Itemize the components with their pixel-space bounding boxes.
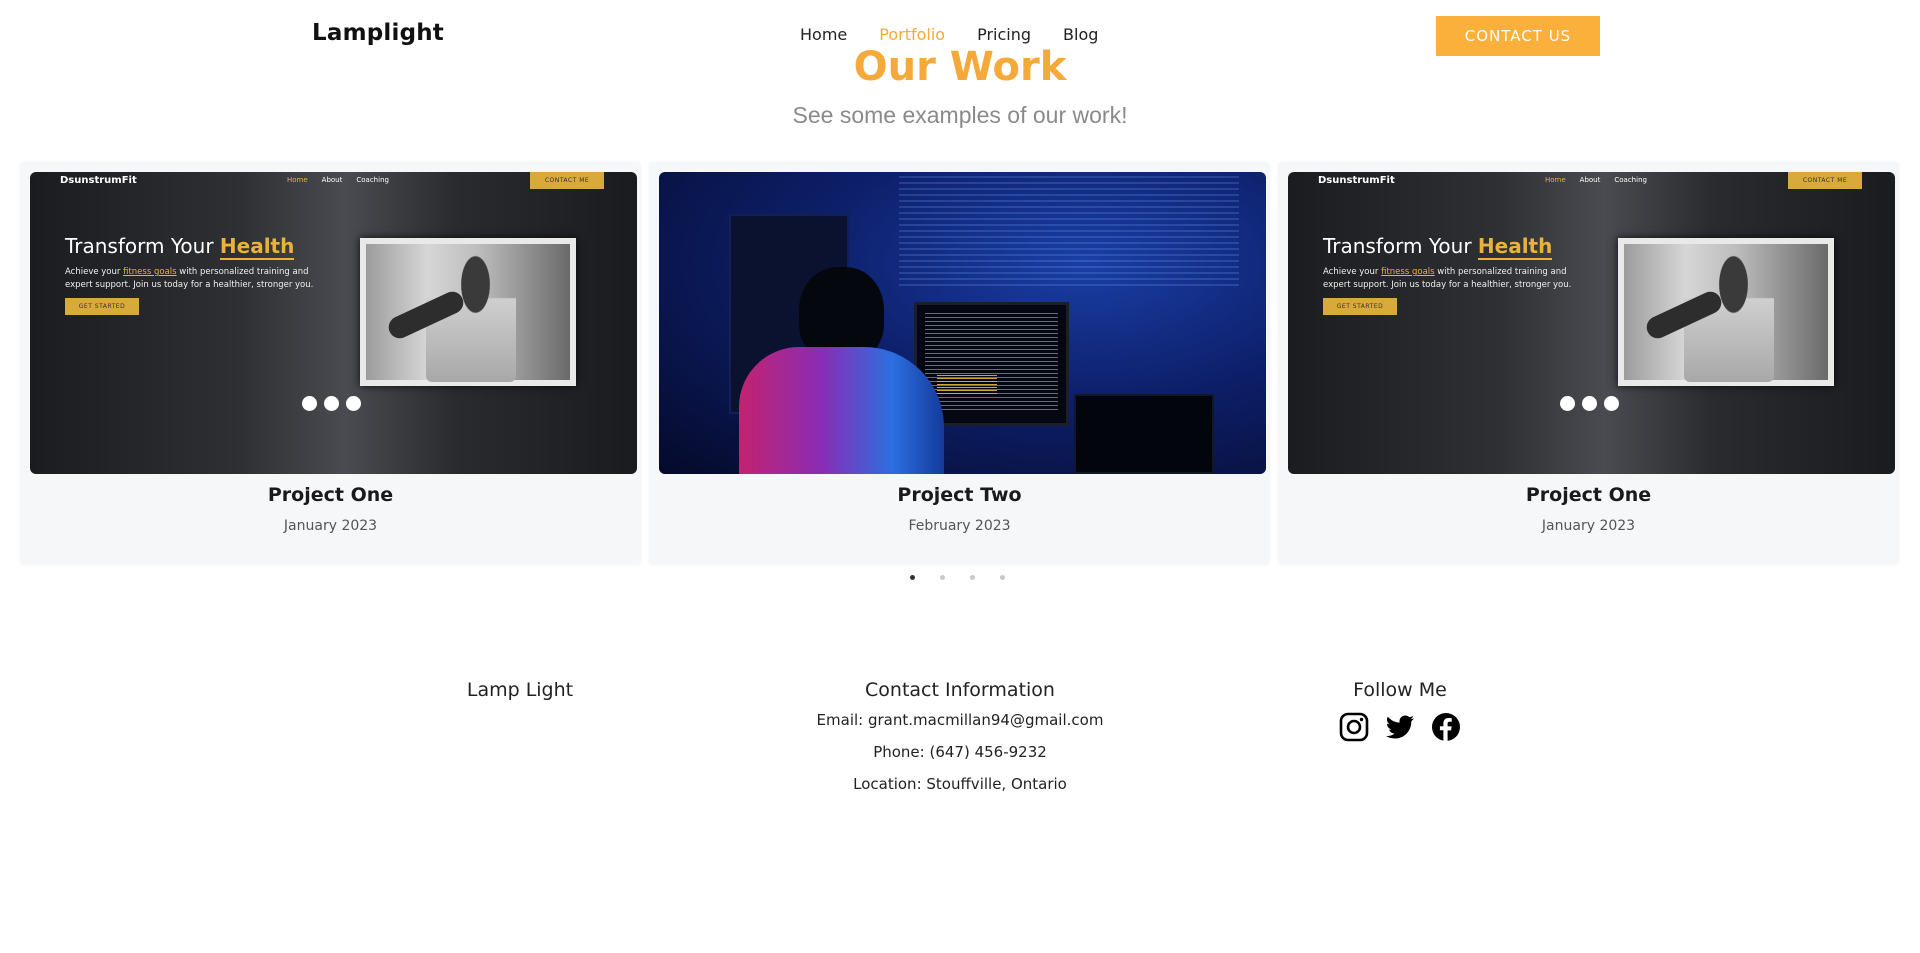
facebook-icon [346,396,361,411]
instagram-icon[interactable] [1338,711,1370,743]
preview-contact-button: CONTACT ME [1788,172,1862,189]
nav-item-home[interactable]: Home [800,25,847,44]
project-preview-image: DsunstrumFit Home About Coaching CONTACT… [30,172,637,474]
preview-athlete-photo [360,238,576,386]
nav-item-blog[interactable]: Blog [1063,25,1098,44]
contact-location: Location: Stouffville, Ontario [853,775,1067,793]
project-card[interactable]: DsunstrumFit Home About Coaching CONTACT… [1278,162,1899,565]
preview-headline-highlight: Health [1477,234,1553,260]
preview-nav: Home About Coaching [287,176,389,184]
preview-contact-button: CONTACT ME [530,172,604,189]
fitness-site-preview: DsunstrumFit Home About Coaching CONTACT… [1288,172,1895,474]
facebook-icon [1604,396,1619,411]
preview-body: Achieve your fitness goals with personal… [1323,266,1583,292]
laptop [1074,394,1214,474]
developer-photo [659,172,1266,474]
project-preview-image [659,172,1266,474]
preview-nav-coaching: Coaching [1614,176,1647,184]
footer-brand-column: Lamp Light [420,679,620,701]
developer-body [739,347,944,474]
instagram-icon [302,396,317,411]
contact-phone[interactable]: Phone: (647) 456-9232 [760,743,1160,761]
preview-get-started-button: GET STARTED [65,298,139,315]
preview-nav-home: Home [1545,176,1566,184]
preview-get-started-button: GET STARTED [1323,298,1397,315]
preview-body-pre: Achieve your [65,267,121,277]
preview-social-icons [1560,396,1619,411]
footer-brand: Lamp Light [466,679,574,701]
twitter-icon[interactable] [1384,711,1416,743]
section-title: Our Work [853,44,1067,90]
carousel-dot-3[interactable] [970,575,975,580]
carousel-pagination [910,575,1005,580]
project-title: Project Two [897,484,1022,506]
preview-athlete-photo [1618,238,1834,386]
project-card[interactable]: DsunstrumFit Home About Coaching CONTACT… [20,162,641,565]
preview-nav-about: About [321,176,343,184]
footer-follow-column: Follow Me [1300,679,1500,743]
preview-brand: DsunstrumFit [60,175,137,186]
preview-brand: DsunstrumFit [1318,175,1395,186]
twitter-icon [324,396,339,411]
carousel-dot-4[interactable] [1000,575,1005,580]
preview-social-icons [302,396,361,411]
contact-email[interactable]: Email: grant.macmillan94@gmail.com [760,711,1160,729]
preview-nav: Home About Coaching [1545,176,1647,184]
follow-heading: Follow Me [1353,679,1447,701]
developer-figure [739,267,949,474]
project-preview-image: DsunstrumFit Home About Coaching CONTACT… [1288,172,1895,474]
social-links [1300,711,1500,743]
preview-headline-text: Transform Your [1323,234,1472,258]
preview-body-link: fitness goals [1381,267,1435,277]
project-date: February 2023 [908,518,1011,534]
instagram-icon [1560,396,1575,411]
project-title: Project One [1525,484,1652,506]
preview-headline: Transform Your Health [1323,234,1553,260]
project-date: January 2023 [1541,518,1636,534]
carousel-dot-1[interactable] [910,575,915,580]
twitter-icon [1582,396,1597,411]
nav-item-pricing[interactable]: Pricing [977,25,1031,44]
nav-item-portfolio[interactable]: Portfolio [879,25,945,44]
preview-headline-highlight: Health [219,234,295,260]
site-logo[interactable]: Lamplight [312,20,444,46]
portfolio-carousel: DsunstrumFit Home About Coaching CONTACT… [20,162,1900,565]
preview-body-pre: Achieve your [1323,267,1379,277]
preview-nav-home: Home [287,176,308,184]
carousel-dot-2[interactable] [940,575,945,580]
project-title: Project One [267,484,394,506]
project-card[interactable]: Project Two February 2023 [649,162,1270,565]
contact-heading: Contact Information [865,679,1055,701]
preview-nav-coaching: Coaching [356,176,389,184]
main-nav: Home Portfolio Pricing Blog [800,25,1098,44]
projected-code [899,176,1239,286]
site-footer: Lamp Light Contact Information Email: gr… [0,675,1920,875]
footer-contact-column: Contact Information Email: grant.macmill… [760,679,1160,793]
preview-body: Achieve your fitness goals with personal… [65,266,325,292]
facebook-icon[interactable] [1430,711,1462,743]
preview-headline-text: Transform Your [65,234,214,258]
section-subtitle: See some examples of our work! [792,102,1128,128]
preview-body-link: fitness goals [123,267,177,277]
preview-nav-about: About [1579,176,1601,184]
fitness-site-preview: DsunstrumFit Home About Coaching CONTACT… [30,172,637,474]
preview-headline: Transform Your Health [65,234,295,260]
project-date: January 2023 [283,518,378,534]
